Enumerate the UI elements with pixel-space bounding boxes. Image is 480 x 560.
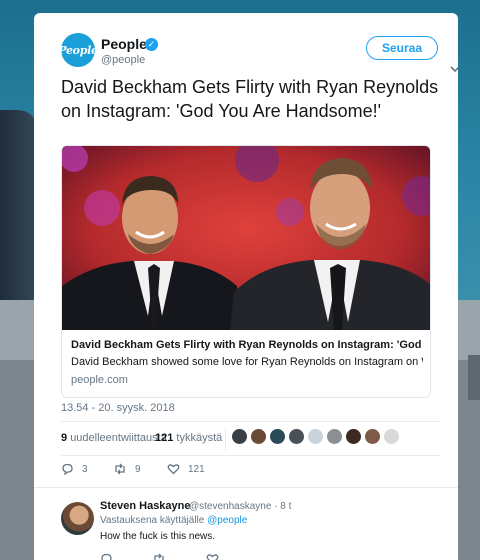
divider <box>61 421 441 422</box>
replying-to-handle[interactable]: @people <box>207 515 247 526</box>
avatar[interactable]: People <box>58 33 98 67</box>
author-handle[interactable]: @people <box>101 54 145 66</box>
verified-icon: ✓ <box>145 38 158 51</box>
link-card-domain: people.com <box>71 374 128 386</box>
retweet-button[interactable]: 9 <box>113 460 141 478</box>
liker-avatar[interactable] <box>326 428 343 445</box>
liker-avatar[interactable] <box>269 428 286 445</box>
liker-avatar[interactable] <box>383 428 400 445</box>
divider <box>34 487 458 488</box>
liker-avatar[interactable] <box>231 428 248 445</box>
likes-count: 121 <box>155 432 174 444</box>
author-name[interactable]: People <box>101 36 147 52</box>
divider <box>61 455 441 456</box>
heart-icon <box>206 554 219 560</box>
tweet-text: David Beckham Gets Flirty with Ryan Reyn… <box>61 77 439 121</box>
reply-count: 3 <box>82 463 88 475</box>
reply-icon <box>101 553 112 560</box>
link-card[interactable]: David Beckham Gets Flirty with Ryan Reyn… <box>61 145 431 398</box>
retweets-label: uudelleentwiittausta <box>70 432 167 444</box>
tweet-actions: 3 9 121 <box>61 460 441 480</box>
link-card-photo <box>62 146 430 330</box>
tweet-header: People People ✓ @people Seuraa <box>58 33 458 73</box>
divider <box>225 428 226 450</box>
like-count: 121 <box>188 463 205 475</box>
reply-text: How the fuck is this news. <box>100 531 216 542</box>
replying-to: Vastauksena käyttäjälle @people <box>100 515 247 526</box>
replying-to-label: Vastauksena käyttäjälle <box>100 515 205 526</box>
tweet-stats: 9 uudelleentwiittausta 121 tykkäystä <box>61 426 441 452</box>
like-button[interactable]: 121 <box>167 460 205 478</box>
chevron-down-icon[interactable] <box>449 63 458 75</box>
heart-icon <box>167 464 180 475</box>
follow-button[interactable]: Seuraa <box>366 36 438 60</box>
liker-avatar[interactable] <box>250 428 267 445</box>
link-card-description: David Beckham showed some love for Ryan … <box>71 356 423 368</box>
tweet-timestamp[interactable]: 13.54 - 20. syysk. 2018 <box>61 402 175 414</box>
background-person <box>0 110 38 310</box>
reply-icon <box>62 463 73 475</box>
link-card-title[interactable]: David Beckham Gets Flirty with Ryan Reyn… <box>71 339 423 351</box>
reply-button[interactable]: 3 <box>61 460 88 478</box>
retweets-count: 9 <box>61 432 68 444</box>
reply-actions <box>100 550 300 560</box>
liker-avatar[interactable] <box>288 428 305 445</box>
retweet-icon <box>115 463 125 475</box>
tweet-card: People People ✓ @people Seuraa David Bec… <box>34 13 458 560</box>
reply-avatar[interactable] <box>61 502 94 535</box>
background-stripe <box>468 355 480 400</box>
liker-avatar[interactable] <box>307 428 324 445</box>
reply-button[interactable] <box>100 550 121 560</box>
liker-avatar[interactable] <box>364 428 381 445</box>
liker-avatar[interactable] <box>345 428 362 445</box>
reply-author-handle[interactable]: @stevenhaskayne · 8 t <box>189 501 291 512</box>
likes-label: tykkäystä <box>176 432 223 444</box>
likes-stat[interactable]: 121 tykkäystä <box>155 432 222 444</box>
retweets-stat[interactable]: 9 uudelleentwiittausta <box>61 432 167 444</box>
retweet-button[interactable] <box>152 550 174 560</box>
reply-author-name[interactable]: Steven Haskayne <box>100 500 191 512</box>
retweet-icon <box>154 553 164 560</box>
retweet-count: 9 <box>135 463 141 475</box>
like-button[interactable] <box>206 550 227 560</box>
